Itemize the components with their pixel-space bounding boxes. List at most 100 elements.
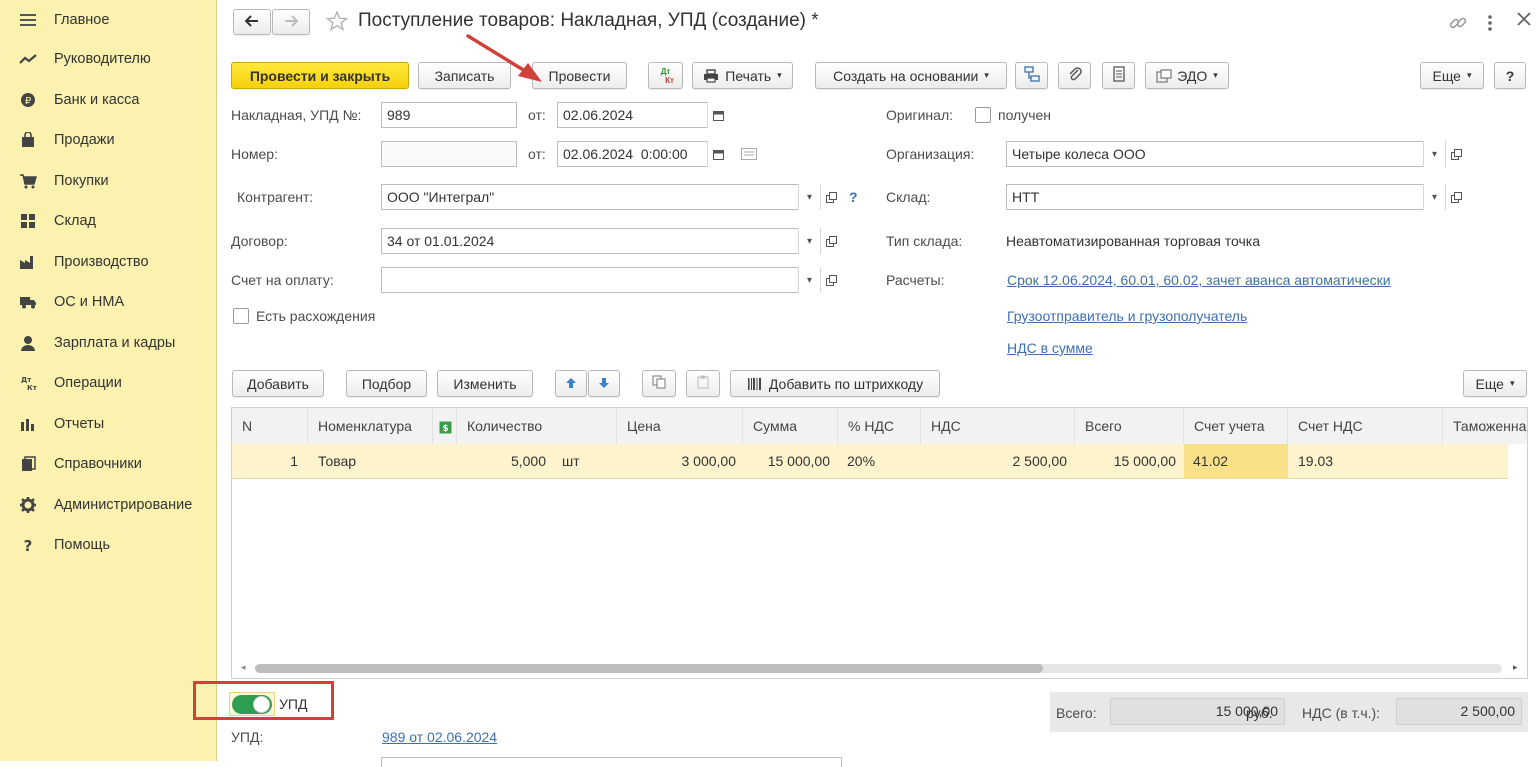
attach-button[interactable] (1058, 62, 1091, 89)
column-header-total[interactable]: Всего (1075, 408, 1184, 444)
back-button[interactable] (233, 9, 271, 35)
sidebar-item-manager[interactable]: Руководителю (0, 39, 216, 79)
more-button[interactable]: Еще ▾ (1420, 62, 1484, 89)
add-row-button[interactable]: Добавить (232, 370, 324, 397)
column-header-vat-rate[interactable]: % НДС (838, 408, 921, 444)
cell-account[interactable]: 41.02 (1184, 444, 1288, 478)
sidebar-item-salary[interactable]: Зарплата и кадры (0, 323, 216, 363)
calendar-icon[interactable] (707, 102, 729, 128)
paperclip-icon (1068, 66, 1082, 85)
open-icon[interactable] (820, 184, 842, 210)
open-icon[interactable] (1445, 141, 1467, 167)
sidebar-item-main[interactable]: Главное (0, 0, 216, 40)
column-header-n[interactable]: N (232, 408, 308, 444)
column-header-sum[interactable]: Сумма (743, 408, 838, 444)
sidebar-item-help[interactable]: ? Помощь (0, 525, 216, 565)
counterparty-help-icon[interactable]: ? (849, 189, 858, 205)
number-input[interactable] (381, 141, 517, 167)
sidebar-item-operations[interactable]: Дт Кт Операции (0, 363, 216, 403)
sidebar-item-directories[interactable]: Справочники (0, 444, 216, 484)
upd-link[interactable]: 989 от 02.06.2024 (382, 729, 497, 745)
number-datetime-input[interactable]: 02.06.2024 0:00:00 (557, 141, 729, 167)
move-down-button[interactable] (588, 370, 620, 397)
document-button[interactable] (1102, 62, 1135, 89)
counterparty-input[interactable]: ООО "Интеграл" ▾ (381, 184, 842, 210)
table-more-button[interactable]: Еще ▾ (1463, 370, 1527, 397)
gear-icon (18, 495, 38, 515)
warehouse-input[interactable]: НТТ ▾ (1006, 184, 1467, 210)
original-received-checkbox[interactable] (975, 107, 991, 123)
favorite-star-icon[interactable] (325, 10, 349, 35)
payment-account-input[interactable]: ▾ (381, 267, 842, 293)
sidebar-item-admin[interactable]: Администрирование (0, 485, 216, 525)
discrepancy-checkbox[interactable] (233, 308, 249, 324)
close-icon[interactable] (1516, 11, 1532, 30)
add-by-barcode-button[interactable]: Добавить по штрихкоду (730, 370, 940, 397)
link-icon[interactable] (1448, 13, 1468, 36)
scrollbar-thumb[interactable] (255, 664, 1043, 673)
shipper-consignee-link[interactable]: Грузоотправитель и грузополучатель (1007, 308, 1247, 324)
column-header-icon[interactable]: $ (433, 408, 457, 444)
chevron-down-icon[interactable]: ▾ (798, 267, 820, 293)
forward-button[interactable] (272, 9, 310, 35)
chevron-down-icon[interactable]: ▾ (1423, 184, 1445, 210)
invoice-date-input[interactable]: 02.06.2024 (557, 102, 729, 128)
invoice-number-input[interactable]: 989 (381, 102, 517, 128)
svg-text:Кт: Кт (27, 384, 37, 391)
scroll-right-icon[interactable]: ▸ (1513, 662, 1518, 673)
sidebar-item-sales[interactable]: Продажи (0, 120, 216, 160)
upd-toggle[interactable] (232, 695, 272, 714)
edit-button[interactable]: Изменить (437, 370, 533, 397)
edo-button[interactable]: ЭДО ▾ (1145, 62, 1229, 89)
open-icon[interactable] (820, 228, 842, 254)
paste-row-button[interactable] (686, 370, 720, 397)
help-button[interactable]: ? (1494, 62, 1526, 89)
more-label: Еще (1432, 67, 1461, 84)
table-row[interactable]: 1 Товар 5,000 шт 3 000,00 15 000,00 20% … (232, 444, 1508, 479)
print-button[interactable]: Печать ▾ (692, 62, 793, 89)
comment-list-icon[interactable] (741, 147, 757, 163)
create-based-on-button[interactable]: Создать на основании ▾ (815, 62, 1007, 89)
sidebar-item-warehouse[interactable]: Склад (0, 201, 216, 241)
copy-row-button[interactable] (642, 370, 676, 397)
kebab-menu-icon[interactable] (1486, 13, 1494, 36)
chevron-down-icon[interactable]: ▾ (798, 228, 820, 254)
add-by-barcode-label: Добавить по штрихкоду (768, 375, 924, 392)
open-icon[interactable] (820, 267, 842, 293)
cell-item: Товар (318, 453, 357, 469)
column-header-vat-account[interactable]: Счет НДС (1288, 408, 1443, 444)
column-header-vat[interactable]: НДС (921, 408, 1075, 444)
scroll-left-icon[interactable]: ◂ (241, 662, 246, 673)
pick-button[interactable]: Подбор (346, 370, 427, 397)
chevron-down-icon[interactable]: ▾ (798, 184, 820, 210)
truck-icon (18, 292, 38, 312)
move-up-button[interactable] (555, 370, 587, 397)
structure-button[interactable] (1015, 62, 1048, 89)
currency-label: руб. (1246, 705, 1273, 721)
column-header-quantity[interactable]: Количество (457, 408, 617, 444)
contract-input[interactable]: 34 от 01.01.2024 ▾ (381, 228, 842, 254)
dt-label: Дт (660, 66, 671, 76)
sidebar-item-production[interactable]: Производство (0, 242, 216, 282)
sidebar-item-bank[interactable]: ₽ Банк и касса (0, 80, 216, 120)
counterparty-label: Контрагент: (237, 189, 314, 205)
column-header-price[interactable]: Цена (617, 408, 743, 444)
horizontal-scrollbar[interactable] (255, 664, 1502, 673)
vat-in-sum-link[interactable]: НДС в сумме (1007, 340, 1093, 356)
organization-input[interactable]: Четыре колеса ООО ▾ (1006, 141, 1467, 167)
calendar-icon[interactable] (707, 141, 729, 167)
sidebar-item-purchases[interactable]: Покупки (0, 161, 216, 201)
sidebar-item-reports[interactable]: Отчеты (0, 404, 216, 444)
chevron-down-icon: ▾ (1509, 378, 1515, 388)
printer-icon (703, 68, 719, 83)
post-and-close-button[interactable]: Провести и закрыть (231, 62, 409, 89)
open-icon[interactable] (1445, 184, 1467, 210)
settlements-link[interactable]: Срок 12.06.2024, 60.01, 60.02, зачет ава… (1007, 272, 1391, 288)
column-header-customs[interactable]: Таможенна (1443, 408, 1527, 444)
sidebar-item-fixed-assets[interactable]: ОС и НМА (0, 282, 216, 322)
column-header-nomenclature[interactable]: Номенклатура (308, 408, 433, 444)
row-filler (1508, 444, 1527, 479)
chevron-down-icon[interactable]: ▾ (1423, 141, 1445, 167)
column-header-account[interactable]: Счет учета (1184, 408, 1288, 444)
dt-kt-button[interactable]: Дт Кт (648, 62, 683, 89)
